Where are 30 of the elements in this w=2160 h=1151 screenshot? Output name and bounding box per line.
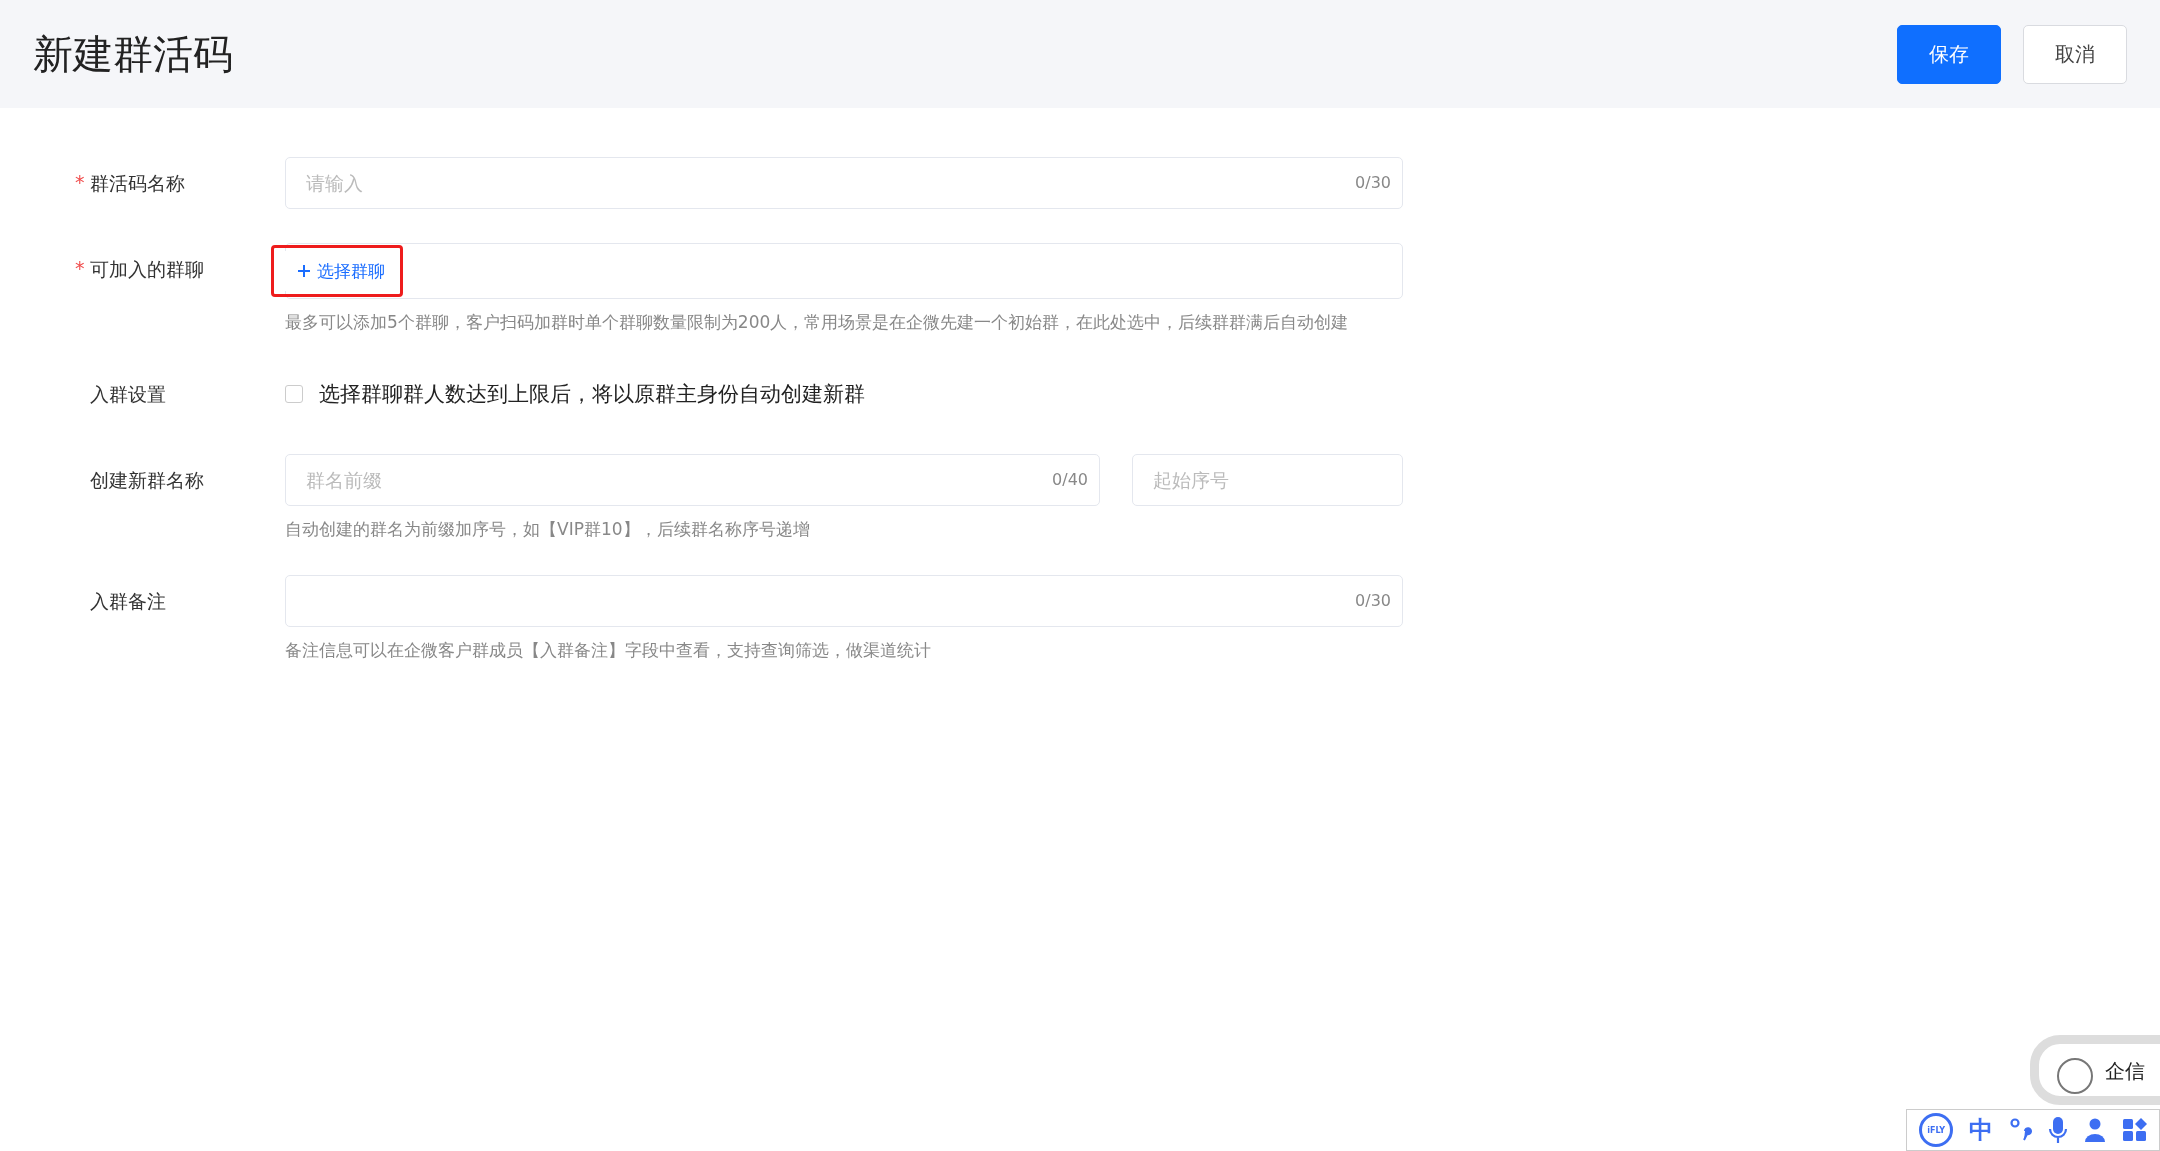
cancel-button[interactable]: 取消 <box>2023 24 2127 84</box>
language-mode[interactable]: 中 <box>1969 1114 1994 1146</box>
input-field[interactable] <box>285 575 1403 627</box>
field-label: 可加入的群聊 <box>90 257 204 282</box>
field-label: 创建新群名称 <box>90 468 204 493</box>
hint-text: 自动创建的群名为前缀加序号，如【VIP群10】，后续群名称序号递增 <box>285 518 810 541</box>
plus-icon <box>297 264 311 278</box>
microphone-icon[interactable] <box>2048 1116 2069 1144</box>
checkbox-label: 选择群聊群人数达到上限后，将以原群主身份自动创建新群 <box>319 381 865 408</box>
save-button[interactable]: 保存 <box>1897 24 2001 84</box>
field-label: 入群设置 <box>90 382 166 407</box>
circle-icon <box>2057 1058 2093 1094</box>
field-label: 入群备注 <box>90 589 166 614</box>
floating-widget[interactable]: 企信 <box>2030 1035 2160 1105</box>
ifly-logo[interactable]: iFLY <box>1919 1113 1954 1147</box>
apps-icon[interactable] <box>2122 1118 2147 1142</box>
person-icon[interactable] <box>2084 1118 2107 1142</box>
widget-label: 企信 <box>2105 1058 2145 1085</box>
character-counter: 0/30 <box>1355 591 1391 610</box>
page-title: 新建群活码 <box>33 29 233 79</box>
required-mark: * <box>75 257 86 279</box>
character-counter: 0/30 <box>1355 173 1391 192</box>
character-counter: 0/40 <box>1052 470 1088 489</box>
checkbox[interactable] <box>285 385 303 403</box>
field-label: 群活码名称 <box>90 171 185 196</box>
punctuation-icon[interactable] <box>2009 1117 2032 1143</box>
hint-text: 最多可以添加5个群聊，客户扫码加群时单个群聊数量限制为200人，常用场景是在企微先建一个初始群，在此处选中，后续群群满后自动创建 <box>285 311 1349 334</box>
hint-text: 备注信息可以在企微客户群成员【入群备注】字段中查看，支持查询筛选，做渠道统计 <box>285 639 931 662</box>
required-mark: * <box>75 171 86 193</box>
input-field[interactable]: 起始序号 <box>1132 454 1403 506</box>
